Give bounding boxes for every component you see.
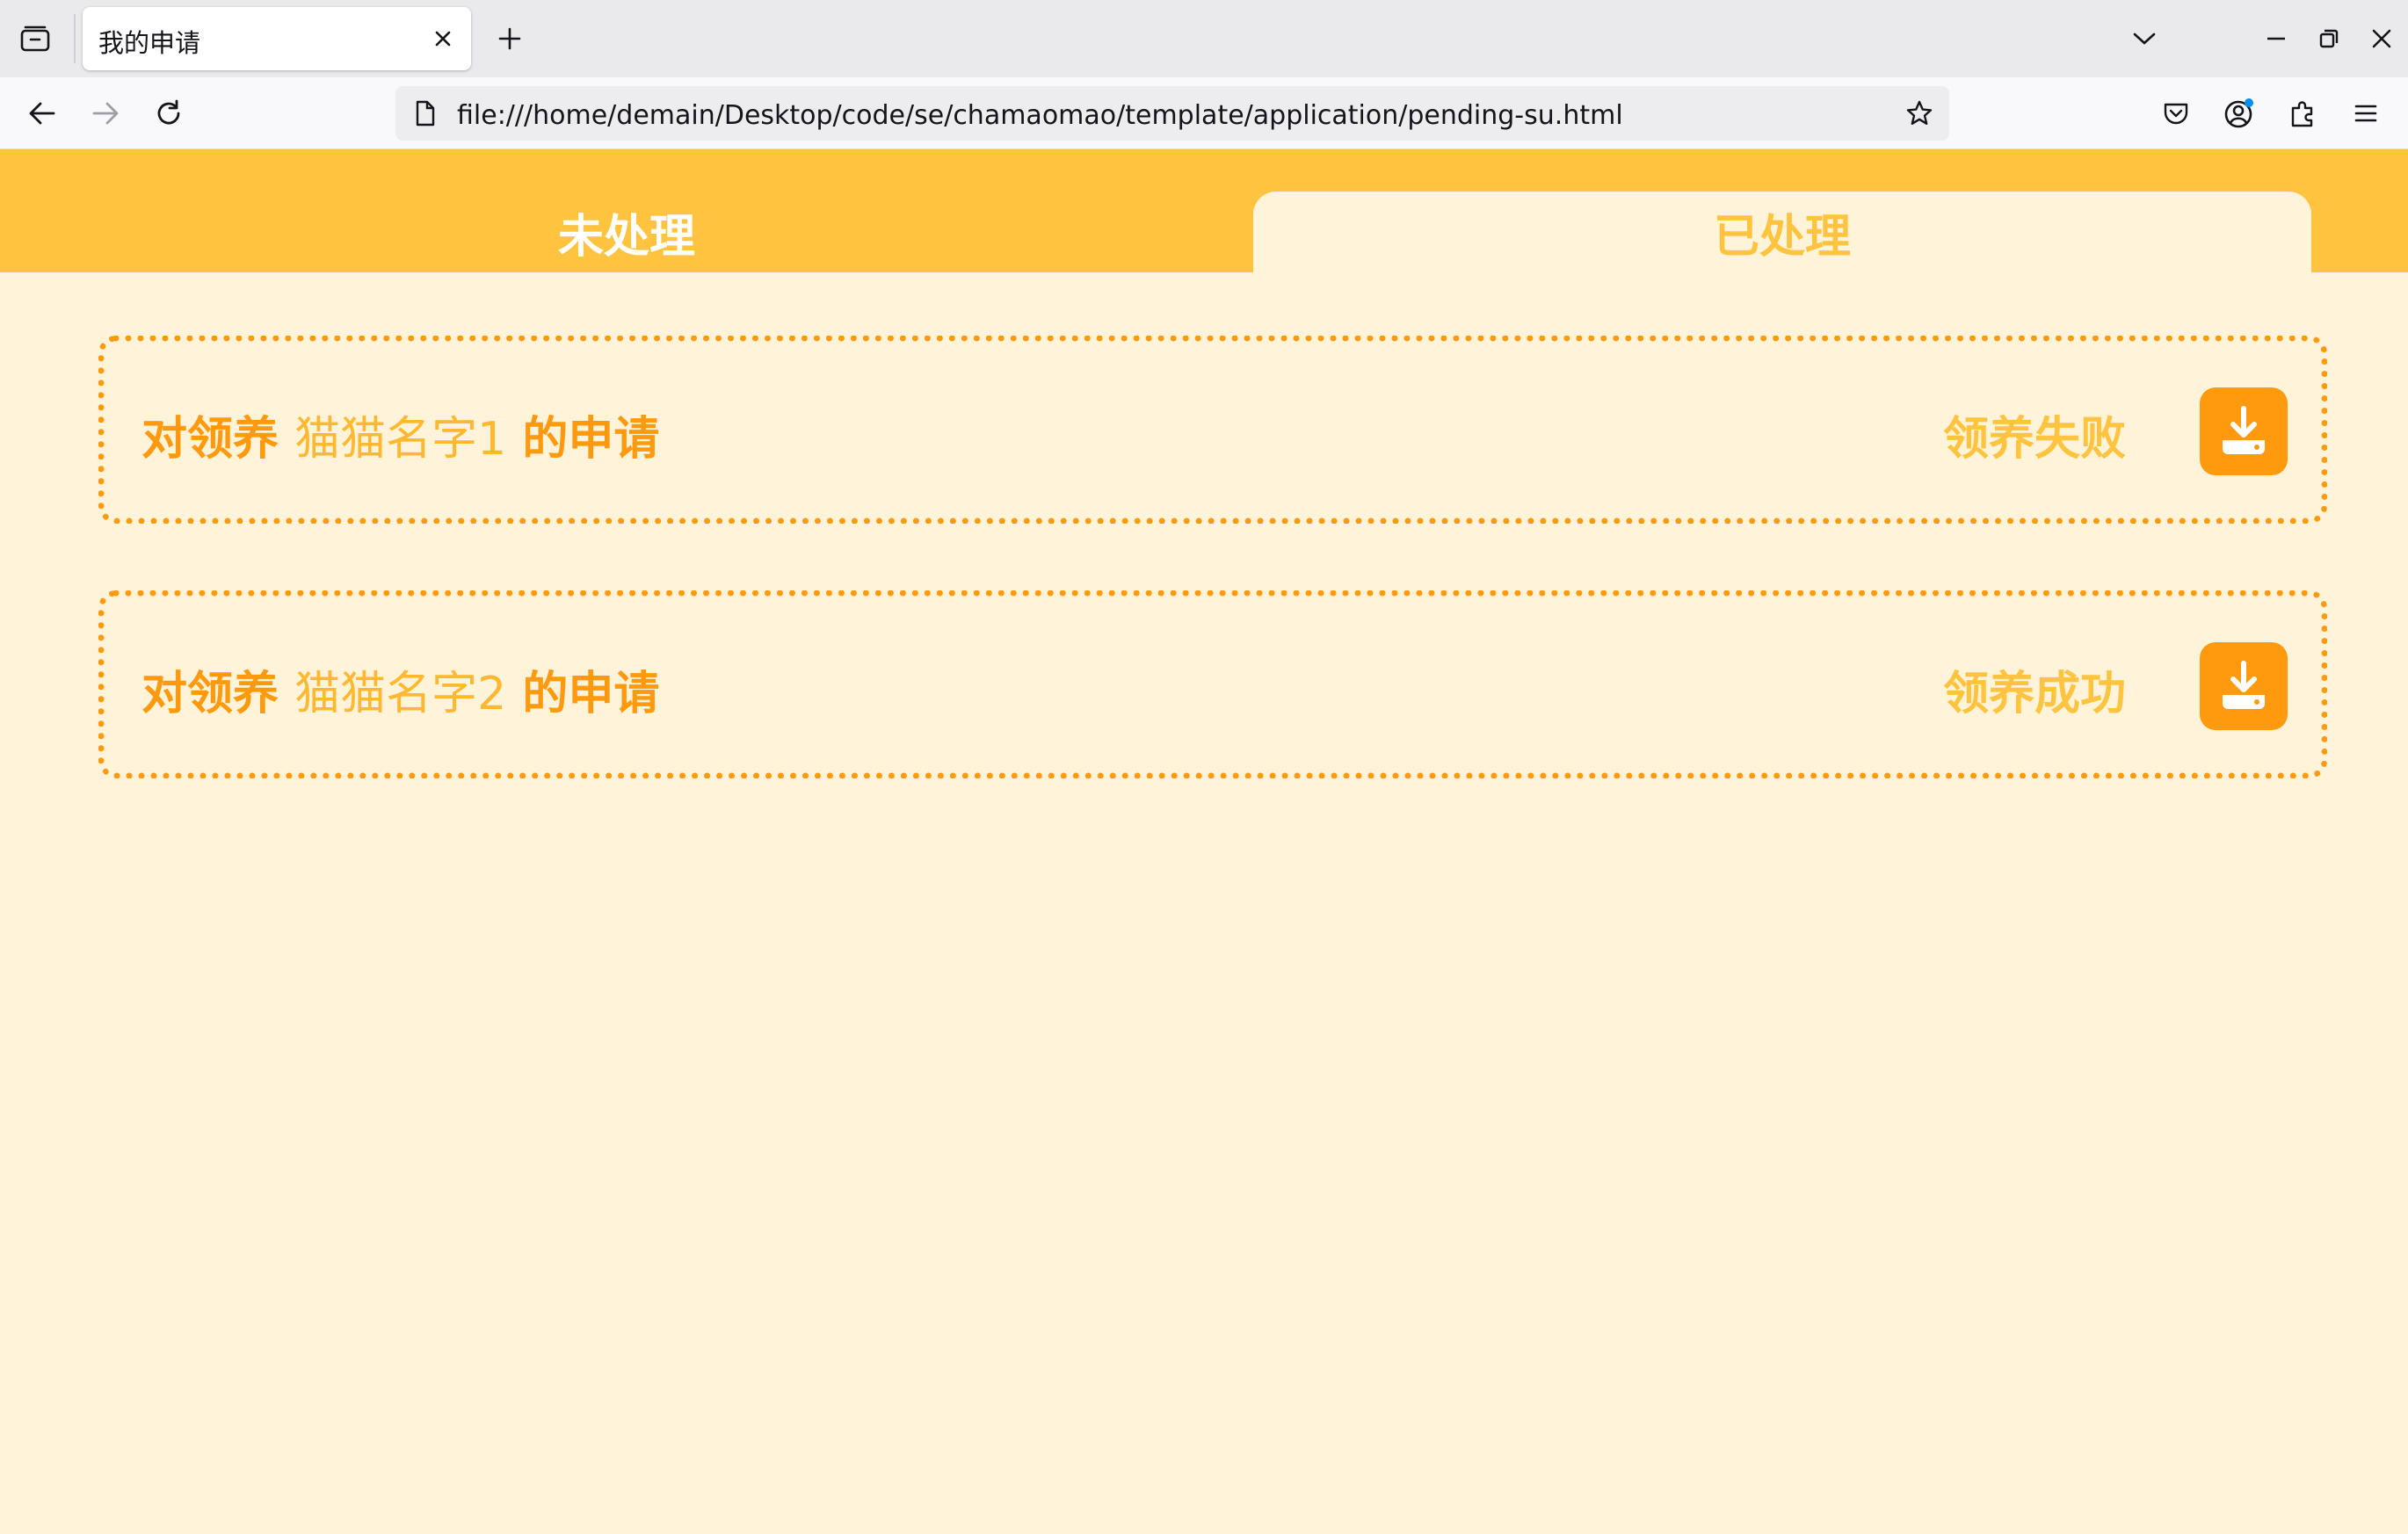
browser-tab-bar: 我的申请 [0, 0, 2408, 77]
tab-list-icon[interactable] [16, 19, 54, 58]
title-suffix: 的申请 [522, 668, 660, 720]
url-text[interactable]: file:///home/demain/Desktop/code/se/cham… [457, 100, 1623, 131]
tab-pending[interactable]: 未处理 [0, 192, 1253, 272]
new-tab-icon[interactable] [490, 19, 529, 58]
pocket-icon[interactable] [2155, 92, 2197, 134]
download-icon [2223, 406, 2265, 454]
application-card: 对领养 猫猫名字1 的申请 领养失败 [98, 336, 2327, 524]
download-button[interactable] [2200, 642, 2288, 730]
page-content: 未处理 已处理 对领养 猫猫名字1 的申请 领养失败 对领养 猫猫名字2 的申请… [0, 149, 2408, 1534]
close-tab-icon[interactable] [427, 23, 459, 54]
tab-divider [74, 14, 76, 63]
application-status: 领养失败 [1942, 413, 2126, 466]
bookmark-star-icon[interactable] [1904, 98, 1935, 129]
application-title: 对领养 猫猫名字1 的申请 [141, 402, 659, 467]
page-icon [410, 98, 441, 129]
reload-icon[interactable] [148, 92, 190, 134]
restore-icon[interactable] [2310, 19, 2348, 58]
minimize-icon[interactable] [2257, 19, 2296, 58]
url-bar[interactable]: file:///home/demain/Desktop/code/se/cham… [395, 86, 1949, 141]
back-icon[interactable] [21, 92, 63, 134]
application-title: 对领养 猫猫名字2 的申请 [141, 656, 659, 722]
browser-nav-bar: file:///home/demain/Desktop/code/se/cham… [0, 77, 2408, 149]
chevron-down-icon[interactable] [2125, 19, 2164, 58]
account-icon[interactable] [2218, 92, 2260, 134]
status-tabs-header: 未处理 已处理 [0, 149, 2408, 272]
download-button[interactable] [2200, 387, 2288, 475]
tab-processed[interactable]: 已处理 [1253, 192, 2311, 272]
application-card: 对领养 猫猫名字2 的申请 领养成功 [98, 590, 2327, 778]
cat-name[interactable]: 猫猫名字1 [294, 413, 506, 466]
browser-tab-title: 我的申请 [98, 28, 201, 58]
title-suffix: 的申请 [522, 413, 660, 466]
title-prefix: 对领养 [141, 413, 279, 466]
download-icon [2223, 661, 2265, 709]
menu-icon[interactable] [2345, 92, 2387, 134]
extensions-icon[interactable] [2281, 92, 2324, 134]
forward-icon[interactable] [84, 92, 127, 134]
close-window-icon[interactable] [2362, 19, 2401, 58]
cat-name[interactable]: 猫猫名字2 [294, 668, 506, 720]
title-prefix: 对领养 [141, 668, 279, 720]
application-status: 领养成功 [1942, 668, 2126, 720]
browser-tab[interactable]: 我的申请 [83, 7, 471, 70]
